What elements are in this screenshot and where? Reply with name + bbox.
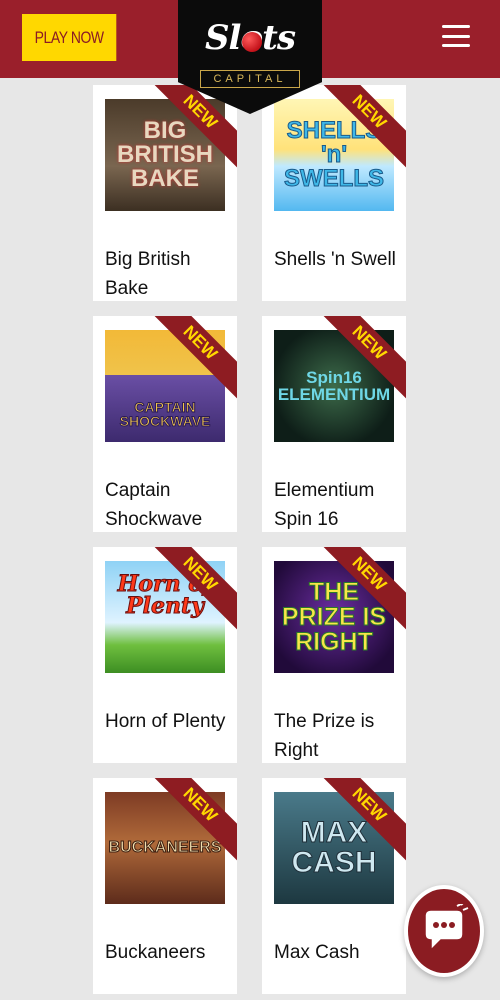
game-name[interactable]: Buckaneers [105, 938, 229, 967]
game-card[interactable]: BIG BRITISH BAKE NEW Big British Bake [93, 85, 237, 301]
chat-bubble-icon [424, 904, 469, 952]
game-name[interactable]: Horn of Plenty [105, 707, 229, 736]
game-card[interactable]: Horn of Plenty NEW Horn of Plenty [93, 547, 237, 763]
game-card[interactable]: CAPTAIN SHOCKWAVE NEW Captain Shockwave [93, 316, 237, 532]
game-card[interactable]: BUCKANEERS NEW Buckaneers [93, 778, 237, 994]
game-name[interactable]: Elementium Spin 16 [274, 476, 398, 532]
game-name[interactable]: Shells 'n Swell [274, 245, 398, 274]
game-card[interactable]: MAX CASH NEW Max Cash [262, 778, 406, 994]
game-card[interactable]: Spin16 ELEMENTIUM NEW Elementium Spin 16 [262, 316, 406, 532]
cherry-icon [242, 32, 262, 52]
game-name[interactable]: Max Cash [274, 938, 398, 967]
game-name[interactable]: The Prize is Right [274, 707, 398, 763]
games-grid: BIG BRITISH BAKE NEW Big British Bake SH… [0, 0, 500, 1000]
live-chat-button[interactable] [404, 885, 484, 977]
game-name[interactable]: Big British Bake [105, 245, 229, 301]
game-name[interactable]: Captain Shockwave [105, 476, 229, 532]
game-card[interactable]: SHELLS 'n' SWELLS NEW Shells 'n Swell [262, 85, 406, 301]
chat-button-circle[interactable] [404, 885, 484, 977]
logo-subtitle: CAPITAL [200, 70, 300, 88]
game-card[interactable]: THE PRIZE IS RIGHT NEW The Prize is Righ… [262, 547, 406, 763]
